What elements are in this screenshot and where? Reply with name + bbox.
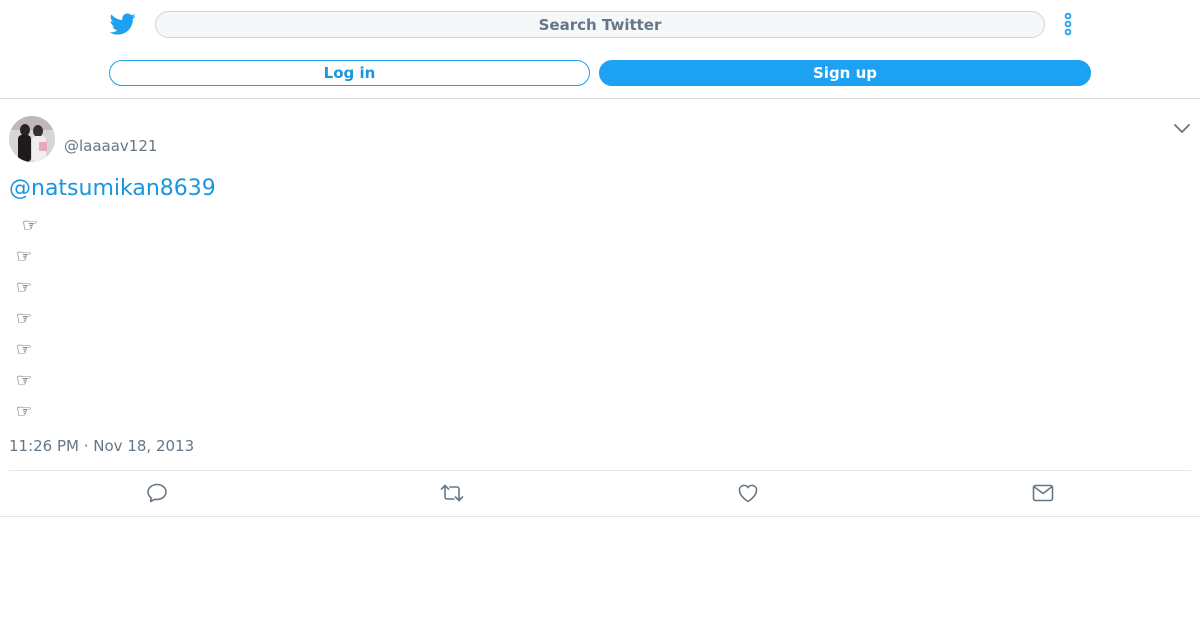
retweet-icon[interactable] — [440, 481, 464, 505]
like-icon[interactable] — [736, 481, 760, 505]
direct-message-icon[interactable] — [1031, 481, 1055, 505]
top-header: Search Twitter Log in Sign up — [0, 0, 1200, 99]
user-handle[interactable]: @laaaav121 — [64, 137, 157, 155]
reply-icon[interactable] — [145, 481, 169, 505]
tweet-actions — [0, 471, 1200, 517]
tweet-line: ☞ — [16, 308, 33, 329]
avatar[interactable] — [9, 116, 55, 162]
tweet-line: ☞ — [22, 215, 39, 236]
twitter-bird-icon[interactable] — [109, 11, 136, 37]
mention-link[interactable]: @natsumikan8639 — [9, 176, 216, 201]
login-button[interactable]: Log in — [109, 60, 590, 86]
tweet-line: ☞ — [16, 370, 33, 391]
tweet-timestamp[interactable]: 11:26 PM · Nov 18, 2013 — [9, 437, 194, 455]
tweet-line: ☞ — [16, 277, 33, 298]
vertical-ellipsis-icon[interactable] — [1058, 10, 1078, 38]
tweet-line: ☞ — [16, 401, 33, 422]
signup-button[interactable]: Sign up — [599, 60, 1091, 86]
tweet-line: ☞ — [16, 246, 33, 267]
tweet-text: ☞ ☞ ☞ ☞ ☞ ☞ ☞ — [16, 210, 38, 427]
tweet-line: ☞ — [16, 339, 33, 360]
search-input[interactable]: Search Twitter — [155, 11, 1045, 38]
chevron-down-icon[interactable] — [1172, 120, 1192, 138]
